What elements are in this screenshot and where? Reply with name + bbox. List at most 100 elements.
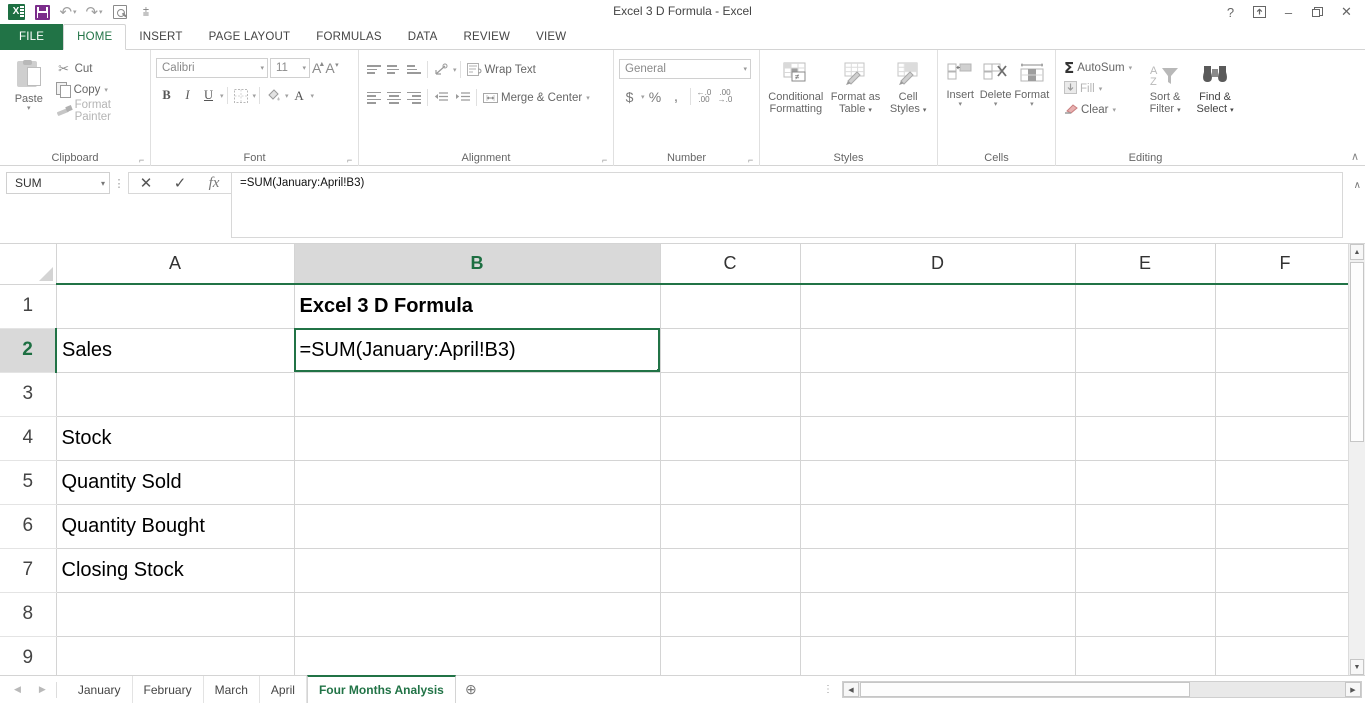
increase-font-size-icon[interactable]: A▲: [310, 60, 323, 76]
orientation-dropdown-icon[interactable]: ▾: [453, 66, 457, 74]
cell-f6[interactable]: [1215, 504, 1355, 548]
decrease-indent-button[interactable]: [431, 87, 452, 108]
cell-e7[interactable]: [1075, 548, 1215, 592]
formula-input[interactable]: =SUM(January:April!B3): [231, 172, 1343, 238]
currency-button[interactable]: $: [619, 86, 640, 107]
sheet-tab-january[interactable]: January: [67, 676, 133, 703]
clear-button[interactable]: Clear ▾: [1061, 99, 1135, 120]
cell-e5[interactable]: [1075, 460, 1215, 504]
font-name-select[interactable]: Calibri▾: [156, 58, 268, 78]
sort-filter-button[interactable]: AZ Sort & Filter ▾: [1141, 60, 1189, 117]
select-all-corner[interactable]: [0, 244, 56, 284]
cell-e3[interactable]: [1075, 372, 1215, 416]
cell-b7[interactable]: [294, 548, 660, 592]
paste-button[interactable]: Paste ▾: [5, 56, 53, 112]
row-header-6[interactable]: 6: [0, 504, 56, 548]
column-header-e[interactable]: E: [1075, 244, 1215, 284]
save-icon[interactable]: [30, 1, 54, 23]
minimize-button[interactable]: –: [1274, 1, 1303, 23]
fill-button[interactable]: Fill ▾: [1061, 78, 1135, 99]
tab-data[interactable]: DATA: [395, 24, 451, 50]
cell-e6[interactable]: [1075, 504, 1215, 548]
row-header-4[interactable]: 4: [0, 416, 56, 460]
tab-page-layout[interactable]: PAGE LAYOUT: [196, 24, 304, 50]
increase-indent-button[interactable]: [452, 87, 473, 108]
delete-cells-button[interactable]: Delete ▾: [977, 60, 1013, 108]
restore-button[interactable]: [1303, 1, 1332, 23]
underline-button[interactable]: U: [198, 85, 219, 106]
enter-formula-button[interactable]: ✓: [163, 173, 197, 194]
next-sheet-button[interactable]: ▶: [39, 684, 46, 695]
cell-a1[interactable]: [56, 284, 294, 328]
cell-d6[interactable]: [800, 504, 1075, 548]
align-top-button[interactable]: [364, 60, 384, 79]
sheet-tab-four-months-analysis[interactable]: Four Months Analysis: [307, 675, 456, 703]
borders-dropdown-icon[interactable]: ▾: [253, 92, 257, 100]
tab-home[interactable]: HOME: [63, 24, 126, 50]
undo-icon[interactable]: ↶▾: [56, 1, 80, 23]
cell-e1[interactable]: [1075, 284, 1215, 328]
cell-f8[interactable]: [1215, 592, 1355, 636]
number-format-select[interactable]: General▾: [619, 59, 751, 79]
align-left-button[interactable]: [364, 88, 384, 107]
clear-dropdown-icon[interactable]: ▾: [1112, 106, 1116, 114]
cell-f3[interactable]: [1215, 372, 1355, 416]
cell-e8[interactable]: [1075, 592, 1215, 636]
cell-a5[interactable]: Quantity Sold: [56, 460, 294, 504]
cell-c8[interactable]: [660, 592, 800, 636]
row-header-1[interactable]: 1: [0, 284, 56, 328]
cell-b9[interactable]: [294, 636, 660, 675]
scroll-up-button[interactable]: ▲: [1350, 244, 1364, 260]
align-right-button[interactable]: [404, 88, 424, 107]
fill-color-button[interactable]: [263, 85, 284, 106]
expand-formula-bar-button[interactable]: ∧: [1354, 180, 1361, 191]
scroll-right-button[interactable]: ▶: [1345, 682, 1361, 697]
wrap-text-button[interactable]: Wrap Text: [464, 59, 539, 80]
percent-button[interactable]: %: [645, 86, 666, 107]
customize-qat-icon[interactable]: ⩲: [134, 1, 158, 23]
cell-f7[interactable]: [1215, 548, 1355, 592]
help-icon[interactable]: ?: [1216, 1, 1245, 23]
borders-button[interactable]: [231, 85, 252, 106]
cut-button[interactable]: ✂ Cut: [53, 58, 145, 79]
decrease-decimal-button[interactable]: .00→.0: [715, 86, 736, 107]
row-header-2[interactable]: 2: [0, 328, 56, 372]
cell-c1[interactable]: [660, 284, 800, 328]
scroll-down-button[interactable]: ▼: [1350, 659, 1364, 675]
name-box[interactable]: SUM▾: [6, 172, 110, 194]
add-sheet-button[interactable]: ⊕: [456, 681, 486, 698]
font-color-button[interactable]: A: [289, 85, 310, 106]
cell-b3[interactable]: [294, 372, 660, 416]
ribbon-display-options-icon[interactable]: [1245, 1, 1274, 23]
font-color-dropdown-icon[interactable]: ▾: [311, 92, 315, 100]
format-painter-button[interactable]: Format Painter: [53, 100, 145, 121]
underline-dropdown-icon[interactable]: ▾: [220, 92, 224, 100]
cell-c7[interactable]: [660, 548, 800, 592]
horizontal-scroll-thumb[interactable]: [860, 682, 1190, 697]
tab-view[interactable]: VIEW: [523, 24, 579, 50]
conditional-formatting-button[interactable]: ≠ Conditional Formatting: [766, 58, 826, 115]
scroll-left-button[interactable]: ◀: [843, 682, 859, 697]
sheet-tab-march[interactable]: March: [204, 676, 260, 703]
cell-f9[interactable]: [1215, 636, 1355, 675]
insert-function-icon[interactable]: fx: [197, 173, 231, 194]
redo-icon[interactable]: ↷▾: [82, 1, 106, 23]
column-header-c[interactable]: C: [660, 244, 800, 284]
format-cells-button[interactable]: Format ▾: [1014, 60, 1050, 108]
column-header-f[interactable]: F: [1215, 244, 1355, 284]
cell-b4[interactable]: [294, 416, 660, 460]
copy-button[interactable]: Copy ▾: [53, 79, 145, 100]
alignment-dialog-launcher[interactable]: ⌐: [602, 156, 611, 165]
cell-c4[interactable]: [660, 416, 800, 460]
cell-c3[interactable]: [660, 372, 800, 416]
merge-center-button[interactable]: Merge & Center ▾: [480, 87, 593, 108]
align-bottom-button[interactable]: [404, 60, 424, 79]
row-header-5[interactable]: 5: [0, 460, 56, 504]
cell-a3[interactable]: [56, 372, 294, 416]
cell-d9[interactable]: [800, 636, 1075, 675]
cell-a4[interactable]: Stock: [56, 416, 294, 460]
cell-d3[interactable]: [800, 372, 1075, 416]
autosum-button[interactable]: Σ AutoSum ▾: [1061, 57, 1135, 78]
cell-a7[interactable]: Closing Stock: [56, 548, 294, 592]
cancel-formula-button[interactable]: ✕: [129, 173, 163, 194]
